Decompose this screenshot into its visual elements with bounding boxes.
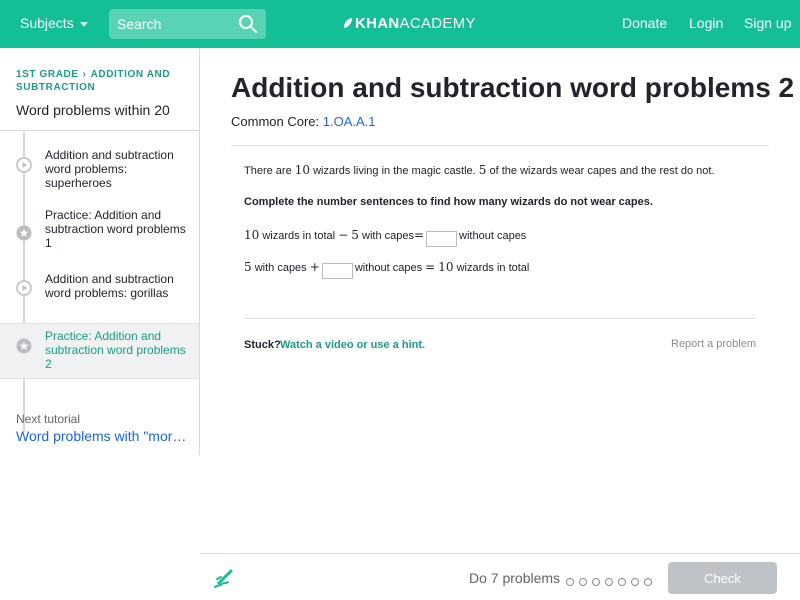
sidebar-item-video-gorillas[interactable]: Addition and subtraction word problems: … (0, 269, 199, 323)
common-core-link[interactable]: 1.OA.A.1 (323, 114, 376, 129)
problem-text: wizards living in the magic castle. (313, 165, 476, 177)
play-icon (16, 280, 32, 296)
sidebar-item-label: Practice: Addition and subtraction word … (45, 208, 186, 250)
equals-sign: = (425, 260, 436, 274)
common-core-standard: Common Core: 1.OA.A.1 (231, 114, 376, 129)
problem-statement: There are 10 wizards living in the magic… (244, 163, 715, 177)
subjects-menu[interactable]: Subjects (20, 15, 88, 31)
chevron-right-icon: › (82, 69, 87, 80)
progress-dot (605, 578, 613, 586)
sentence-text: with capes (254, 262, 307, 274)
signup-link[interactable]: Sign up (744, 15, 791, 31)
progress-dot (644, 578, 652, 586)
number-five: 5 (351, 228, 359, 242)
play-icon (16, 157, 32, 173)
page-title: Addition and subtraction word problems 2 (231, 72, 795, 103)
chevron-down-icon (79, 21, 88, 27)
number-ten: 10 (438, 260, 454, 274)
hint-link[interactable]: Watch a video or use a hint. (280, 339, 425, 351)
tutorial-title: Word problems within 20 (16, 102, 170, 118)
problem-instruction: Complete the number sentences to find ho… (244, 196, 653, 208)
progress-dot (566, 578, 574, 586)
donate-link[interactable]: Donate (622, 15, 667, 31)
search-input[interactable] (117, 15, 237, 33)
exercise-footer: Do 7 problems Check (200, 553, 800, 600)
brand-khan: KHAN (355, 15, 400, 32)
report-problem-link[interactable]: Report a problem (671, 338, 756, 350)
sentence-text: wizards in total (262, 230, 336, 242)
divider (231, 145, 769, 146)
problem-text: of the wizards wear capes and the rest d… (489, 165, 715, 177)
progress-dot (618, 578, 626, 586)
progress-dot (579, 578, 587, 586)
star-icon (16, 225, 32, 241)
next-tutorial-label: Next tutorial (16, 412, 81, 426)
number-sentence-2: 5 with capes + without capes = 10 wizards… (244, 260, 529, 279)
number-ten: 10 (244, 228, 260, 242)
sidebar: 1st grade › Addition and subtraction Word … (0, 48, 200, 455)
leaf-icon (344, 18, 352, 28)
sidebar-item-video-superheroes[interactable]: Addition and subtraction word problems: … (0, 131, 199, 203)
answer-input-without-capes[interactable] (426, 230, 458, 247)
progress-dot (592, 578, 600, 586)
number-sentence-1: 10 wizards in total − 5 with capes= witho… (244, 228, 526, 247)
sidebar-item-label: Addition and subtraction word problems: … (45, 272, 174, 300)
tutorial-item-list: Addition and subtraction word problems: … (0, 130, 199, 379)
login-link[interactable]: Login (689, 15, 723, 31)
subjects-label: Subjects (20, 15, 74, 31)
khan-academy-logo[interactable]: KHANACADEMY (343, 15, 476, 32)
progress-dot (631, 578, 639, 586)
number-five: 5 (244, 260, 252, 274)
sidebar-item-label: Addition and subtraction word problems: … (45, 148, 174, 190)
sentence-text: with capes (362, 230, 414, 242)
sentence-text: without capes (354, 262, 423, 274)
breadcrumb: 1st grade › Addition and subtraction (16, 68, 186, 94)
divider (244, 318, 756, 319)
problem-text: There are (244, 165, 292, 177)
search-icon[interactable] (238, 14, 258, 34)
next-tutorial-link[interactable]: Word problems with "more" and "fewer" (16, 428, 191, 444)
star-icon (16, 338, 32, 354)
equals-sign: = (413, 228, 425, 242)
answer-input-without-capes-2[interactable] (321, 262, 353, 279)
minus-sign: − (338, 228, 349, 242)
sentence-text: without capes (459, 230, 527, 242)
problem-count-label: Do 7 problems (469, 570, 561, 586)
number-ten: 10 (294, 163, 311, 177)
progress-dots (566, 573, 657, 586)
search-box (109, 9, 266, 39)
sentence-text: wizards in total (456, 262, 530, 274)
common-core-label: Common Core: (231, 114, 320, 129)
top-nav-bar: Subjects KHANACADEMY Donate Login Sign u… (0, 0, 800, 48)
brand-academy: ACADEMY (399, 15, 476, 32)
check-button[interactable]: Check (668, 562, 777, 594)
plus-sign: + (309, 260, 320, 274)
scratchpad-pencil-icon[interactable] (213, 567, 235, 589)
breadcrumb-grade[interactable]: 1st grade (16, 69, 79, 80)
sidebar-item-practice-2[interactable]: Practice: Addition and subtraction word … (0, 323, 199, 379)
stuck-label: Stuck? (244, 339, 281, 351)
sidebar-item-label: Practice: Addition and subtraction word … (45, 329, 186, 371)
sidebar-item-practice-1[interactable]: Practice: Addition and subtraction word … (0, 203, 199, 269)
number-five: 5 (478, 163, 487, 177)
